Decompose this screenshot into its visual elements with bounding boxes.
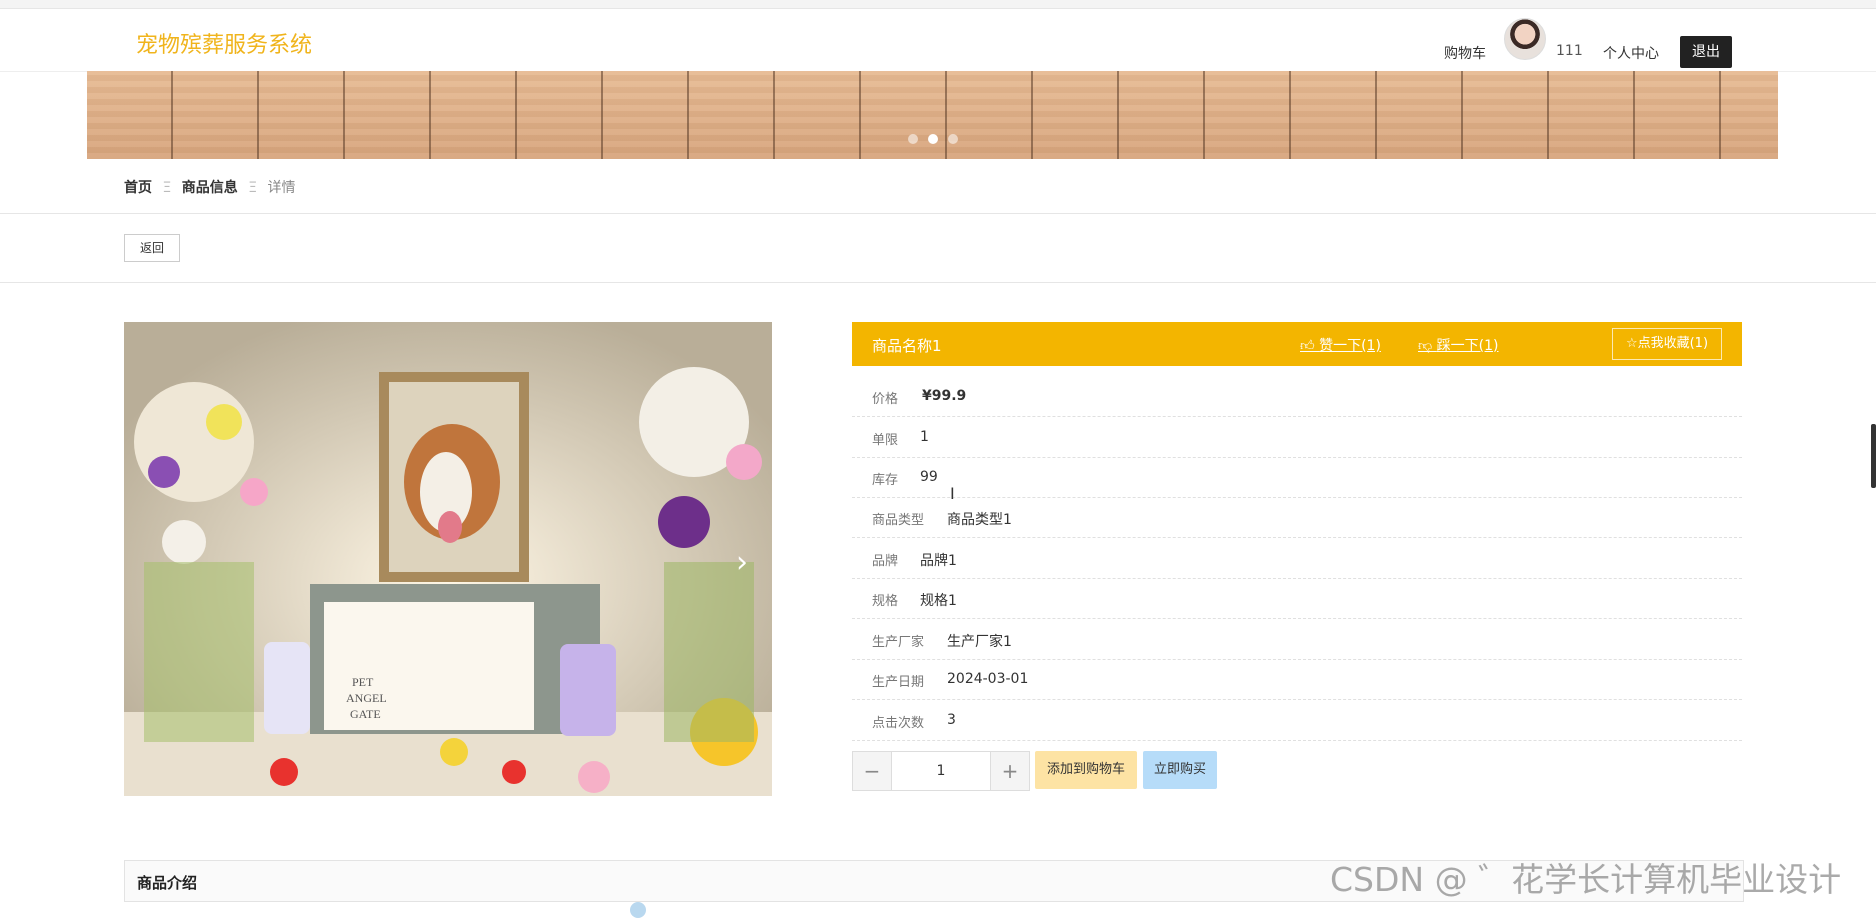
banner-carousel xyxy=(87,71,1778,159)
scrollbar-thumb[interactable] xyxy=(1871,424,1876,488)
field-row-clicks: 点击次数 3 xyxy=(852,700,1742,741)
product-name: 商品名称1 xyxy=(872,337,942,355)
nav-cart-link[interactable]: 购物车 xyxy=(1444,43,1486,63)
clicks-value: 3 xyxy=(947,712,956,728)
limit-value: 1 xyxy=(920,429,929,445)
dislike-label: 踩一下(1) xyxy=(1436,338,1499,354)
field-label: 库存 xyxy=(872,473,899,488)
field-row-maker: 生产厂家 生产厂家1 xyxy=(852,619,1742,660)
svg-text:GATE: GATE xyxy=(350,707,381,721)
thumbs-up-icon: 👍︎ xyxy=(1300,338,1320,354)
add-to-cart-button[interactable]: 添加到购物车 xyxy=(1035,751,1137,789)
product-image: PET ANGEL GATE xyxy=(124,322,772,796)
favorite-button[interactable]: ☆点我收藏(1) xyxy=(1612,328,1722,360)
quantity-stepper: − 1 + xyxy=(852,751,1030,791)
divider xyxy=(0,213,1876,214)
dislike-button[interactable]: 👎︎ 踩一下(1) xyxy=(1418,335,1499,355)
field-label: 点击次数 xyxy=(872,716,925,731)
field-row-spec: 规格 规格1 xyxy=(852,578,1742,619)
top-strip xyxy=(0,0,1876,9)
field-row-date: 生产日期 2024-03-01 xyxy=(852,659,1742,700)
field-row-stock: 库存 99 xyxy=(852,457,1742,498)
back-button[interactable]: 返回 xyxy=(124,234,180,262)
maker-value: 生产厂家1 xyxy=(947,634,1012,650)
field-label: 品牌 xyxy=(872,554,899,569)
breadcrumb-separator: Ξ xyxy=(248,180,258,196)
date-value: 2024-03-01 xyxy=(947,671,1029,687)
text-cursor-icon: I xyxy=(950,484,955,503)
field-label: 价格 xyxy=(872,392,899,407)
field-label: 规格 xyxy=(872,594,899,609)
carousel-dot-2[interactable] xyxy=(928,134,938,144)
nav-personal-center-link[interactable]: 个人中心 xyxy=(1603,43,1659,63)
star-icon: ☆ xyxy=(1625,336,1638,351)
like-label: 赞一下(1) xyxy=(1319,338,1381,354)
intro-title: 商品介绍 xyxy=(137,874,198,892)
buy-now-button[interactable]: 立即购买 xyxy=(1143,751,1217,789)
like-button[interactable]: 👍︎ 赞一下(1) xyxy=(1300,335,1381,355)
site-logo-title[interactable]: 宠物殡葬服务系统 xyxy=(136,27,312,59)
breadcrumb-home[interactable]: 首页 xyxy=(124,180,152,196)
svg-text:ANGEL: ANGEL xyxy=(346,691,387,705)
quantity-input[interactable]: 1 xyxy=(893,752,989,790)
username: 111 xyxy=(1556,43,1583,59)
field-row-brand: 品牌 品牌1 xyxy=(852,538,1742,579)
brand-value: 品牌1 xyxy=(920,553,957,569)
product-title-bar: 商品名称1 👍︎ 赞一下(1) 👎︎ 踩一下(1) ☆点我收藏(1) xyxy=(852,322,1742,366)
type-value: 商品类型1 xyxy=(947,512,1012,528)
site-header: 宠物殡葬服务系统 xyxy=(0,9,1876,72)
carousel-dot-1[interactable] xyxy=(908,134,918,144)
thumbs-down-icon: 👎︎ xyxy=(1418,338,1437,354)
logout-button[interactable]: 退出 xyxy=(1680,36,1732,68)
breadcrumb-goods[interactable]: 商品信息 xyxy=(182,180,238,196)
svg-text:PET: PET xyxy=(352,675,374,689)
breadcrumb-separator: Ξ xyxy=(162,180,172,196)
spec-value: 规格1 xyxy=(920,593,957,609)
increase-quantity-button[interactable]: + xyxy=(990,752,1029,790)
favorite-label: 点我收藏(1) xyxy=(1637,336,1709,351)
field-label: 商品类型 xyxy=(872,513,925,528)
price-value: ¥99.9 xyxy=(922,388,967,404)
field-row-type: 商品类型 商品类型1 xyxy=(852,497,1742,538)
decrease-quantity-button[interactable]: − xyxy=(853,752,892,790)
field-label: 生产厂家 xyxy=(872,635,925,650)
field-row-limit: 单限 1 xyxy=(852,417,1742,458)
intro-indicator xyxy=(630,902,646,918)
field-label: 生产日期 xyxy=(872,675,925,690)
breadcrumb: 首页 Ξ 商品信息 Ξ 详情 xyxy=(124,177,302,197)
watermark: CSDN @ ゛花学长计算机毕业设计 xyxy=(1330,860,1842,899)
memorial-photo-illustration: PET ANGEL GATE xyxy=(124,322,772,796)
stock-value: 99 xyxy=(920,469,938,485)
field-label: 单限 xyxy=(872,433,899,448)
user-avatar[interactable] xyxy=(1504,18,1546,60)
image-next-arrow-icon[interactable]: › xyxy=(736,545,748,580)
breadcrumb-detail: 详情 xyxy=(267,180,296,196)
field-row-price: 价格 ¥99.9 xyxy=(852,376,1742,417)
carousel-dot-3[interactable] xyxy=(948,134,958,144)
divider xyxy=(0,282,1876,283)
